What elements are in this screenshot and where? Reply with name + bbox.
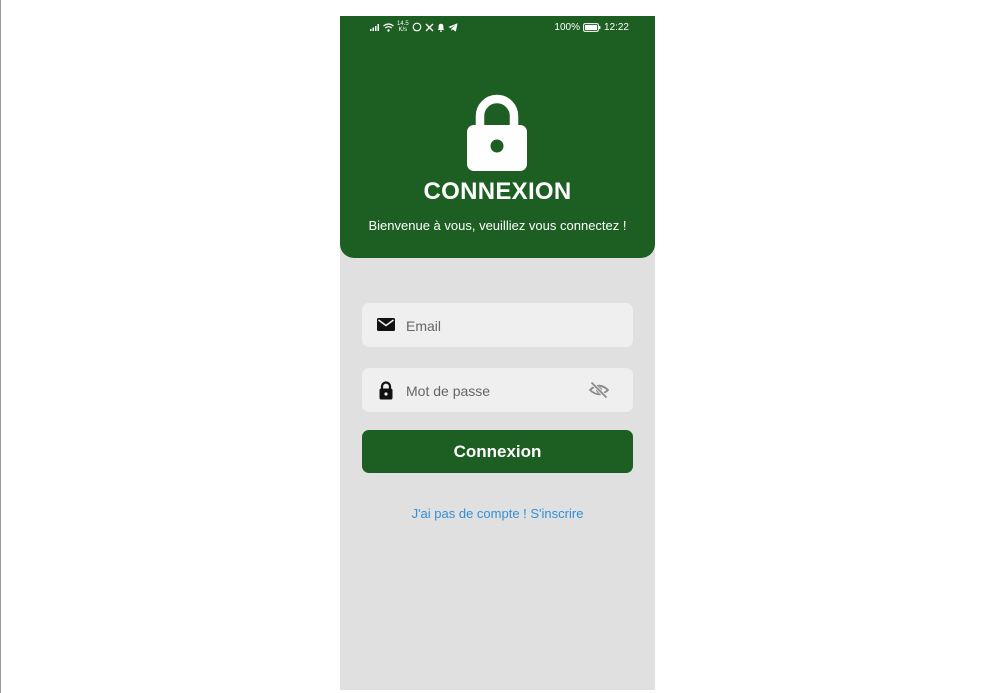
- x-twitter-icon: [425, 23, 434, 31]
- email-input[interactable]: [404, 303, 588, 349]
- login-button[interactable]: Connexion: [362, 430, 633, 473]
- notification-bell-icon: [437, 23, 445, 32]
- email-field[interactable]: [362, 303, 633, 349]
- envelope-icon: [377, 318, 395, 331]
- signal-icon: [370, 24, 379, 31]
- page-subtitle: Bienvenue à vous, veuilliez vous connect…: [368, 218, 627, 233]
- battery-icon: [583, 23, 601, 32]
- header-banner: 14.5 K/s 100% 12:22 CONNEXION Bienvenue …: [340, 16, 655, 258]
- network-speed: 14.5 K/s: [397, 21, 409, 33]
- network-speed-unit: K/s: [398, 27, 408, 33]
- status-bar: 14.5 K/s 100% 12:22: [340, 16, 655, 40]
- clock: 12:22: [603, 22, 629, 33]
- page-title: CONNEXION: [423, 178, 572, 205]
- window-edge: [0, 0, 1, 693]
- lock-icon: [467, 94, 527, 171]
- eye-off-icon[interactable]: [588, 380, 610, 400]
- phone-screen: 14.5 K/s 100% 12:22 CONNEXION Bienvenue …: [340, 16, 655, 690]
- wifi-icon: [383, 22, 394, 32]
- whatsapp-icon: [412, 22, 422, 32]
- status-left: 14.5 K/s: [370, 21, 458, 33]
- status-right: 100% 12:22: [554, 22, 629, 33]
- password-lock-icon: [379, 381, 393, 400]
- password-field[interactable]: [362, 368, 633, 414]
- password-input[interactable]: [404, 368, 588, 414]
- battery-percentage: 100%: [554, 22, 580, 33]
- telegram-icon: [447, 22, 458, 32]
- signup-link[interactable]: J'ai pas de compte ! S'inscrire: [340, 506, 655, 521]
